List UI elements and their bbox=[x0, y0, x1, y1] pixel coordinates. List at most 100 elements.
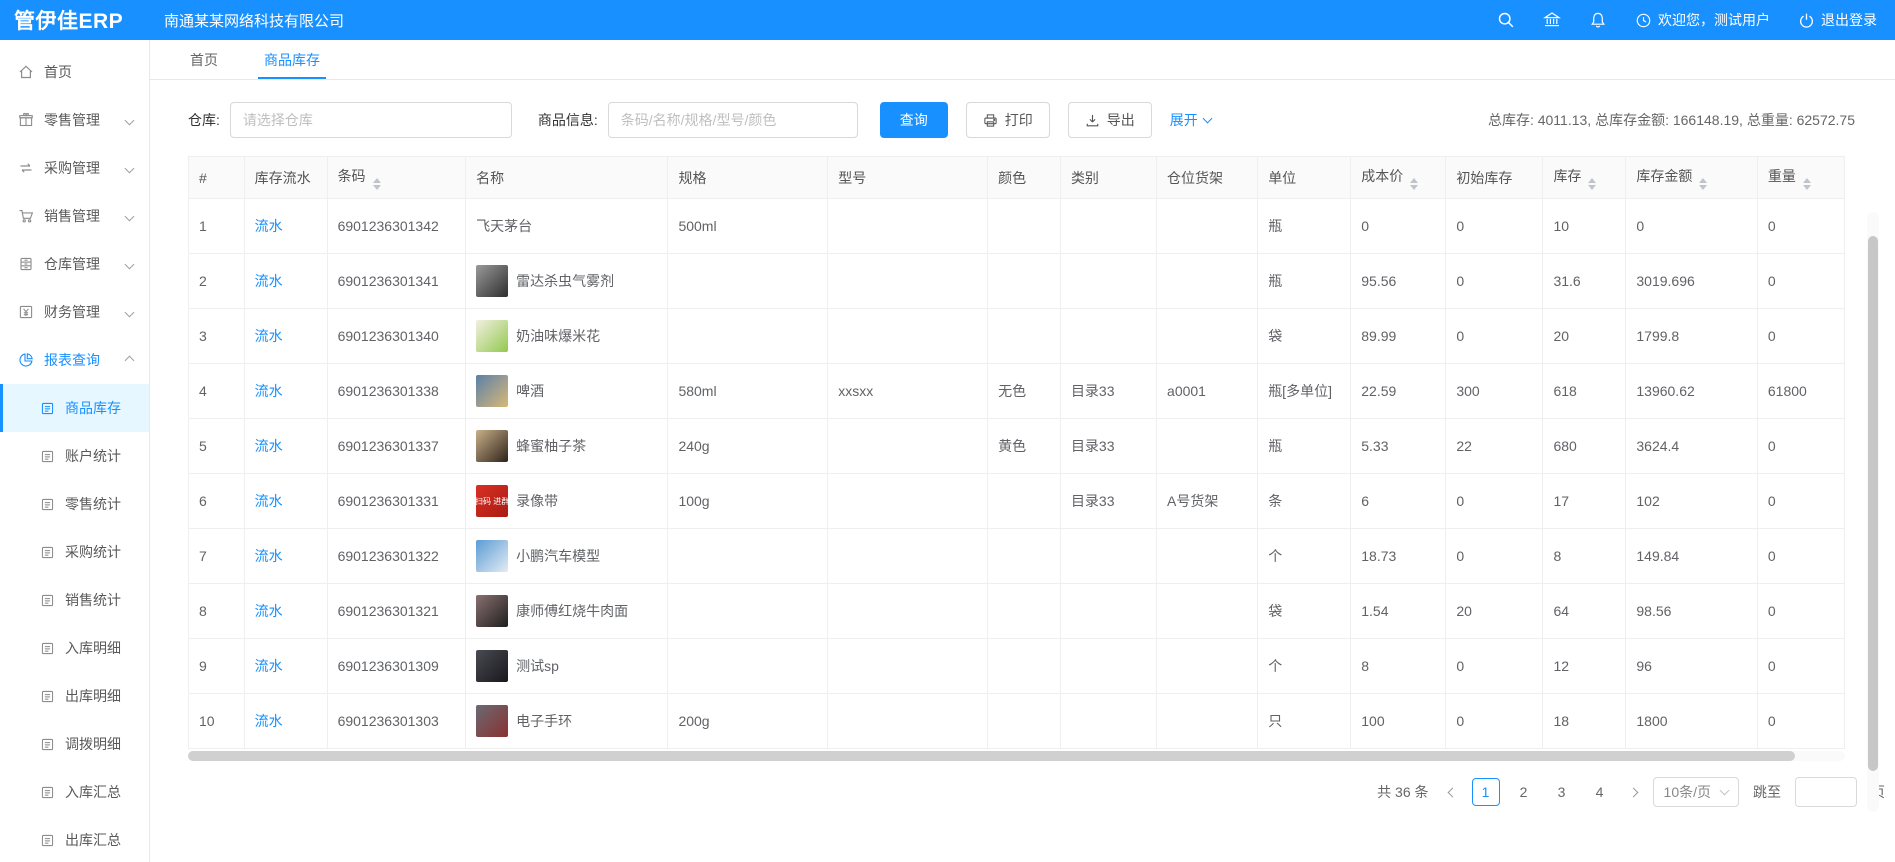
pie-chart-icon bbox=[18, 352, 34, 368]
page-number-button-4[interactable]: 4 bbox=[1586, 778, 1614, 806]
flow-link[interactable]: 流水 bbox=[255, 273, 283, 289]
page-number-button-1[interactable]: 1 bbox=[1472, 778, 1500, 806]
column-header-#: # bbox=[189, 157, 245, 199]
sidebar-subitem-销售统计[interactable]: 销售统计 bbox=[0, 576, 149, 624]
bell-icon[interactable] bbox=[1589, 11, 1607, 29]
sidebar-item-仓库管理[interactable]: 仓库管理 bbox=[0, 240, 149, 288]
sidebar-item-财务管理[interactable]: 财务管理 bbox=[0, 288, 149, 336]
cell-shelf bbox=[1157, 529, 1258, 584]
product-info-label: 商品信息: bbox=[538, 110, 598, 130]
flow-link[interactable]: 流水 bbox=[255, 218, 283, 234]
flow-link[interactable]: 流水 bbox=[255, 548, 283, 564]
column-header-重量[interactable]: 重量 bbox=[1757, 157, 1844, 199]
flow-link[interactable]: 流水 bbox=[255, 713, 283, 729]
cell-category: 目录33 bbox=[1060, 364, 1156, 419]
vertical-scrollbar-thumb[interactable] bbox=[1868, 236, 1878, 771]
product-thumbnail bbox=[476, 320, 508, 352]
cell-model bbox=[828, 529, 988, 584]
tab-首页[interactable]: 首页 bbox=[190, 40, 218, 79]
page-number-button-3[interactable]: 3 bbox=[1548, 778, 1576, 806]
bank-icon[interactable] bbox=[1543, 11, 1561, 29]
chevron-icon bbox=[125, 163, 135, 173]
column-header-成本价[interactable]: 成本价 bbox=[1351, 157, 1446, 199]
sidebar-subitem-采购统计[interactable]: 采购统计 bbox=[0, 528, 149, 576]
cell-stock: 20 bbox=[1543, 309, 1626, 364]
cell-barcode: 6901236301340 bbox=[327, 309, 466, 364]
cell-color bbox=[988, 254, 1061, 309]
table-row: 2 流水 6901236301341 雷达杀虫气雾剂 瓶 95. bbox=[189, 254, 1845, 309]
sidebar-subitem-零售统计[interactable]: 零售统计 bbox=[0, 480, 149, 528]
column-header-库存金额[interactable]: 库存金额 bbox=[1626, 157, 1758, 199]
logout-button[interactable]: 退出登录 bbox=[1798, 10, 1877, 30]
sidebar-item-零售管理[interactable]: 零售管理 bbox=[0, 96, 149, 144]
cell-color: 黄色 bbox=[988, 419, 1061, 474]
cell-unit: 瓶 bbox=[1258, 419, 1351, 474]
cell-initial-stock: 22 bbox=[1446, 419, 1543, 474]
cell-stock: 64 bbox=[1543, 584, 1626, 639]
page-number-button-2[interactable]: 2 bbox=[1510, 778, 1538, 806]
report-list-icon bbox=[40, 833, 55, 848]
sidebar-item-首页[interactable]: 首页 bbox=[0, 48, 149, 96]
flow-link[interactable]: 流水 bbox=[255, 383, 283, 399]
cell-model bbox=[828, 694, 988, 749]
jump-page-input[interactable] bbox=[1795, 777, 1857, 807]
sidebar-subitem-出库汇总[interactable]: 出库汇总 bbox=[0, 816, 149, 862]
expand-link[interactable]: 展开 bbox=[1170, 110, 1211, 130]
sidebar-subitem-调拨明细[interactable]: 调拨明细 bbox=[0, 720, 149, 768]
column-header-库存[interactable]: 库存 bbox=[1543, 157, 1626, 199]
cell-index: 10 bbox=[189, 694, 245, 749]
prev-page-button[interactable] bbox=[1447, 789, 1458, 796]
export-button[interactable]: 导出 bbox=[1068, 102, 1152, 138]
horizontal-scrollbar[interactable] bbox=[188, 751, 1845, 761]
cell-weight: 0 bbox=[1757, 199, 1844, 254]
flow-link[interactable]: 流水 bbox=[255, 438, 283, 454]
flow-link[interactable]: 流水 bbox=[255, 603, 283, 619]
warehouse-select-input[interactable] bbox=[230, 102, 512, 138]
cell-cost: 22.59 bbox=[1351, 364, 1446, 419]
print-button[interactable]: 打印 bbox=[966, 102, 1050, 138]
report-list-icon bbox=[40, 497, 55, 512]
retail-icon bbox=[18, 112, 34, 128]
cell-weight: 0 bbox=[1757, 639, 1844, 694]
cell-name: 电子手环 bbox=[516, 711, 572, 731]
tab-商品库存[interactable]: 商品库存 bbox=[264, 40, 320, 79]
sidebar-item-label: 零售管理 bbox=[44, 110, 100, 130]
cell-cost: 1.54 bbox=[1351, 584, 1446, 639]
query-button[interactable]: 查询 bbox=[880, 102, 948, 138]
page-size-select[interactable]: 10条/页 bbox=[1653, 777, 1739, 807]
horizontal-scrollbar-thumb[interactable] bbox=[188, 751, 1795, 761]
cell-shelf: a0001 bbox=[1157, 364, 1258, 419]
cell-category bbox=[1060, 694, 1156, 749]
cell-category bbox=[1060, 309, 1156, 364]
home-icon bbox=[18, 64, 34, 80]
sidebar-item-采购管理[interactable]: 采购管理 bbox=[0, 144, 149, 192]
cell-barcode: 6901236301303 bbox=[327, 694, 466, 749]
top-header-bar: 管伊佳ERP 南通某某网络科技有限公司 欢迎您，测试用户 退出登录 bbox=[0, 0, 1895, 40]
cell-spec: 240g bbox=[668, 419, 828, 474]
welcome-text: 欢迎您，测试用户 bbox=[1658, 10, 1770, 30]
sidebar-item-报表查询[interactable]: 报表查询 bbox=[0, 336, 149, 384]
cell-initial-stock: 0 bbox=[1446, 309, 1543, 364]
next-page-button[interactable] bbox=[1628, 789, 1639, 796]
sidebar-subitem-入库汇总[interactable]: 入库汇总 bbox=[0, 768, 149, 816]
sidebar-subitem-入库明细[interactable]: 入库明细 bbox=[0, 624, 149, 672]
sidebar-item-销售管理[interactable]: 销售管理 bbox=[0, 192, 149, 240]
sidebar-subitem-出库明细[interactable]: 出库明细 bbox=[0, 672, 149, 720]
column-header-条码[interactable]: 条码 bbox=[327, 157, 466, 199]
sidebar-item-label: 报表查询 bbox=[44, 350, 100, 370]
search-icon[interactable] bbox=[1497, 11, 1515, 29]
flow-link[interactable]: 流水 bbox=[255, 328, 283, 344]
sidebar-subitem-账户统计[interactable]: 账户统计 bbox=[0, 432, 149, 480]
cell-initial-stock: 0 bbox=[1446, 254, 1543, 309]
cell-unit: 瓶[多单位] bbox=[1258, 364, 1351, 419]
sidebar-subitem-商品库存[interactable]: 商品库存 bbox=[0, 384, 149, 432]
pagination-total: 共 36 条 bbox=[1377, 782, 1428, 802]
cell-model bbox=[828, 419, 988, 474]
welcome-user[interactable]: 欢迎您，测试用户 bbox=[1635, 10, 1770, 30]
report-list-icon bbox=[40, 401, 55, 416]
cell-cost: 5.33 bbox=[1351, 419, 1446, 474]
flow-link[interactable]: 流水 bbox=[255, 493, 283, 509]
flow-link[interactable]: 流水 bbox=[255, 658, 283, 674]
vertical-scrollbar[interactable] bbox=[1867, 212, 1879, 812]
product-info-input[interactable] bbox=[608, 102, 858, 138]
